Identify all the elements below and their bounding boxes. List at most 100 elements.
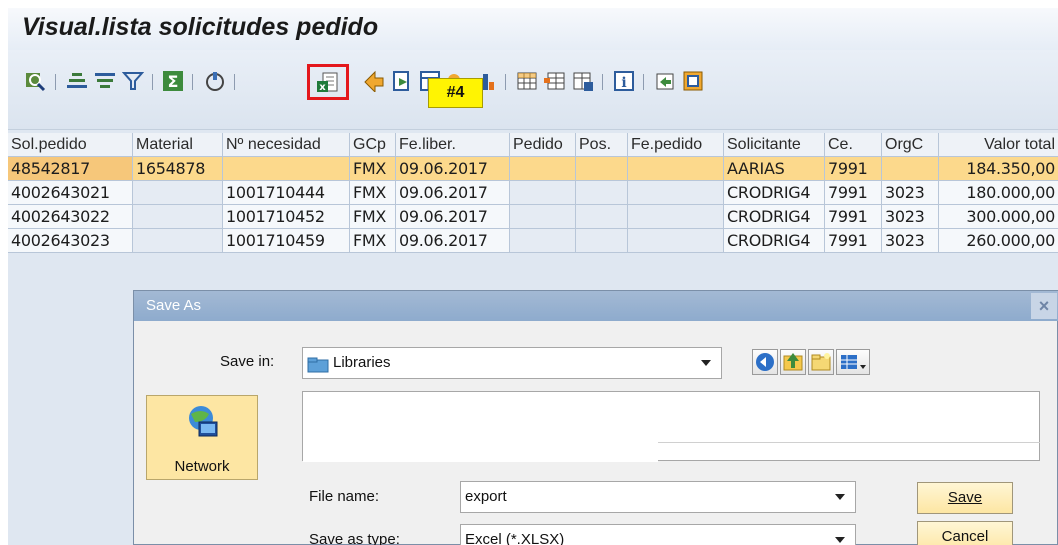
table-cell: FMX	[350, 157, 396, 181]
table-cell: 09.06.2017	[396, 181, 510, 205]
chevron-down-icon	[701, 360, 711, 366]
table-cell: 09.06.2017	[396, 157, 510, 181]
sum-icon[interactable]: Σ	[162, 70, 184, 92]
table-cell: FMX	[350, 181, 396, 205]
table-cell	[628, 181, 724, 205]
table-cell	[510, 205, 576, 229]
file-list[interactable]	[302, 391, 1040, 462]
table-cell: CRODRIG4	[724, 205, 825, 229]
table-cell: 7991	[825, 229, 882, 253]
new-folder-icon[interactable]	[808, 349, 834, 375]
table-cell: 09.06.2017	[396, 229, 510, 253]
file-name-input[interactable]: export	[460, 481, 856, 513]
table-row[interactable]: 4002643022 1001710452 FMX 09.06.2017 CRO…	[8, 205, 1058, 229]
table-cell	[510, 157, 576, 181]
chevron-down-icon	[835, 494, 845, 500]
save-type-label: Save as type:	[309, 531, 400, 545]
sort-descending-icon[interactable]	[94, 70, 116, 92]
libraries-icon	[307, 354, 329, 373]
column-header[interactable]: Valor total	[939, 133, 1058, 157]
column-header[interactable]: GCp	[350, 133, 396, 157]
file-name-value: export	[465, 488, 507, 505]
column-header[interactable]: Sol.pedido	[8, 133, 133, 157]
table-cell: 260.000,00	[939, 229, 1058, 253]
table-cell: CRODRIG4	[724, 229, 825, 253]
table-cell	[133, 181, 223, 205]
table-cell	[576, 157, 628, 181]
table-cell: 1001710452	[223, 205, 350, 229]
table-cell: AARIAS	[724, 157, 825, 181]
save-layout-icon[interactable]	[572, 70, 594, 92]
table-cell	[510, 229, 576, 253]
column-header[interactable]: OrgC	[882, 133, 939, 157]
column-header[interactable]: Pedido	[510, 133, 576, 157]
table-cell: 3023	[882, 181, 939, 205]
table-cell: 09.06.2017	[396, 205, 510, 229]
table-cell: 7991	[825, 205, 882, 229]
close-icon[interactable]: ×	[1031, 293, 1057, 319]
save-as-dialog: Save As × Save in: Libraries Network Fil…	[133, 290, 1058, 545]
mail-icon[interactable]	[654, 70, 676, 92]
table-cell: 1001710459	[223, 229, 350, 253]
save-type-select[interactable]: Excel (*.XLSX)	[460, 524, 856, 545]
table-cell: 48542817	[8, 157, 133, 181]
filter-icon[interactable]	[122, 70, 144, 92]
table-cell: CRODRIG4	[724, 181, 825, 205]
save-button[interactable]: Save	[917, 482, 1013, 514]
select-layout-icon[interactable]	[544, 70, 566, 92]
back-icon[interactable]	[752, 349, 778, 375]
toolbar: Σ x i #4	[8, 50, 1058, 130]
column-header[interactable]: Pos.	[576, 133, 628, 157]
column-header[interactable]: Fe.liber.	[396, 133, 510, 157]
table-cell: 7991	[825, 181, 882, 205]
save-in-label: Save in:	[220, 353, 275, 370]
table-row[interactable]: 48542817 1654878 FMX 09.06.2017 AARIAS 7…	[8, 157, 1058, 181]
table-cell: 4002643021	[8, 181, 133, 205]
column-header[interactable]: Material	[133, 133, 223, 157]
network-icon	[185, 404, 221, 445]
table-cell	[628, 205, 724, 229]
table-row[interactable]: 4002643021 1001710444 FMX 09.06.2017 CRO…	[8, 181, 1058, 205]
table-cell: 3023	[882, 229, 939, 253]
table-cell: FMX	[350, 205, 396, 229]
table-cell: 1654878	[133, 157, 223, 181]
table-cell	[576, 205, 628, 229]
table-cell	[576, 181, 628, 205]
table-cell: 3023	[882, 205, 939, 229]
subtotal-icon[interactable]	[204, 70, 226, 92]
table-row[interactable]: 4002643023 1001710459 FMX 09.06.2017 CRO…	[8, 229, 1058, 253]
table-cell	[510, 181, 576, 205]
table-cell: 4002643023	[8, 229, 133, 253]
save-type-value: Excel (*.XLSX)	[465, 531, 565, 545]
cancel-button[interactable]: Cancel	[917, 521, 1013, 545]
column-header[interactable]: Nº necesidad	[223, 133, 350, 157]
table-cell: FMX	[350, 229, 396, 253]
places-network[interactable]: Network	[146, 395, 258, 480]
save-in-value: Libraries	[333, 354, 391, 371]
table-cell: 180.000,00	[939, 181, 1058, 205]
window-title: Visual.lista solicitudes pedido	[22, 13, 379, 41]
dialog-title: Save As	[134, 291, 1058, 321]
grid-layout-icon[interactable]	[516, 70, 538, 92]
table-cell	[223, 157, 350, 181]
table-cell: 300.000,00	[939, 205, 1058, 229]
column-header[interactable]: Solicitante	[724, 133, 825, 157]
table-cell	[882, 157, 939, 181]
export-highlight-box	[307, 64, 349, 100]
print-preview-icon[interactable]	[363, 70, 385, 92]
svg-text:i: i	[621, 75, 626, 91]
view-menu-icon[interactable]	[836, 349, 870, 375]
table-cell	[133, 205, 223, 229]
file-name-label: File name:	[309, 488, 380, 505]
column-header[interactable]: Fe.pedido	[628, 133, 724, 157]
table-cell: 7991	[825, 157, 882, 181]
up-folder-icon[interactable]	[780, 349, 806, 375]
settings-icon[interactable]	[682, 70, 704, 92]
info-icon[interactable]: i	[613, 70, 635, 92]
column-header[interactable]: Ce.	[825, 133, 882, 157]
sort-ascending-icon[interactable]	[66, 70, 88, 92]
details-icon[interactable]	[24, 70, 46, 92]
local-file-icon[interactable]	[391, 70, 413, 92]
chevron-down-icon	[835, 537, 845, 543]
save-in-select[interactable]: Libraries	[302, 347, 722, 379]
